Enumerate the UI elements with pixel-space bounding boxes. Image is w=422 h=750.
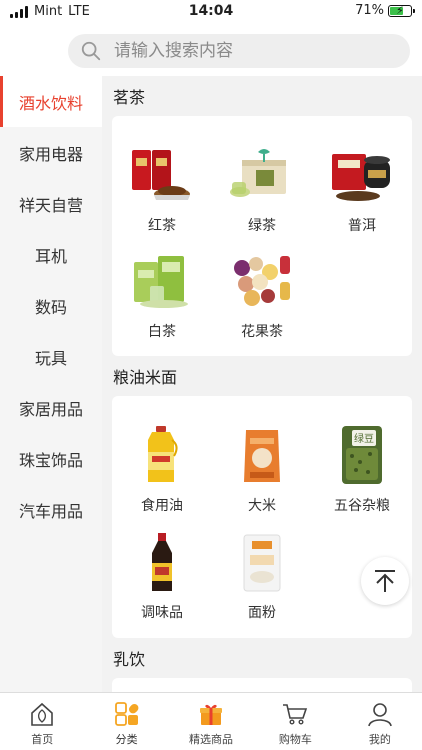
category-tile[interactable]: 白茶 [112, 250, 212, 351]
sidebar-item-toys[interactable]: 玩具 [0, 331, 102, 382]
battery-percent: 71% [355, 3, 384, 18]
puer-icon [326, 144, 398, 206]
green-tea-icon [226, 144, 298, 206]
seasoning-icon [126, 531, 198, 593]
category-tile[interactable]: 面粉 [212, 531, 312, 632]
status-right: 71% ⚡ [355, 3, 415, 18]
search-bar [0, 24, 422, 76]
tab-cart[interactable]: 购物车 [253, 693, 337, 750]
category-icon [114, 702, 139, 726]
cart-icon [283, 704, 308, 725]
tile-label: 红茶 [148, 218, 176, 234]
tile-label: 绿茶 [248, 218, 276, 234]
tab-label: 分类 [115, 733, 138, 746]
sidebar-item-headphones[interactable]: 耳机 [0, 229, 102, 280]
sidebar-item-home[interactable]: 家居用品 [0, 382, 102, 433]
battery-icon: ⚡ [388, 4, 415, 17]
back-to-top-button[interactable] [361, 557, 409, 605]
category-sidebar: 酒水饮料 家用电器 祥天自营 耳机 数码 玩具 家居用品 珠宝饰品 汽车用品 [0, 76, 102, 692]
rice-icon [226, 424, 298, 486]
category-tile[interactable]: 调味品 [112, 531, 212, 632]
section-title: 粮油米面 [113, 368, 178, 387]
tab-label: 我的 [368, 733, 391, 746]
bottom-tab-bar: 首页 分类 精选商品 购物车 我的 [0, 692, 422, 750]
section-card [112, 678, 412, 692]
cooking-oil-icon [126, 424, 198, 486]
grains-icon: 绿豆 [326, 424, 398, 486]
section-title: 乳饮 [113, 650, 146, 669]
section-card: 食用油 大米 绿豆 五谷杂粮 调味品 面粉 [112, 396, 412, 638]
category-tile[interactable]: 绿豆 五谷杂粮 [312, 424, 412, 525]
tab-profile[interactable]: 我的 [338, 693, 422, 750]
section-card: 红茶 绿茶 普洱 白茶 花果茶 [112, 116, 412, 356]
tab-label: 精选商品 [189, 733, 234, 746]
tile-label: 大米 [248, 498, 276, 514]
sidebar-item-jewelry[interactable]: 珠宝饰品 [0, 433, 102, 484]
tab-label: 首页 [31, 733, 54, 746]
category-tile[interactable]: 普洱 [312, 144, 412, 245]
category-tile[interactable]: 红茶 [112, 144, 212, 245]
profile-icon [368, 703, 392, 727]
section-title: 茗茶 [113, 88, 146, 107]
grains-bag-text: 绿豆 [354, 432, 374, 445]
red-tea-icon [126, 144, 198, 206]
arrow-up-icon [375, 570, 395, 592]
search-input[interactable] [114, 41, 374, 61]
tile-label: 普洱 [348, 218, 376, 234]
tile-label: 花果茶 [241, 324, 283, 340]
category-tile[interactable]: 食用油 [112, 424, 212, 525]
category-tile[interactable]: 大米 [212, 424, 312, 525]
tab-home[interactable]: 首页 [0, 693, 84, 750]
sidebar-item-self-operated[interactable]: 祥天自营 [0, 178, 102, 229]
tile-label: 调味品 [141, 605, 183, 621]
tile-label: 食用油 [141, 498, 183, 514]
flour-icon [226, 531, 298, 593]
category-tile[interactable]: 绿茶 [212, 144, 312, 245]
search-icon [81, 41, 101, 61]
gift-icon [200, 704, 223, 725]
tab-featured[interactable]: 精选商品 [169, 693, 253, 750]
sidebar-item-digital[interactable]: 数码 [0, 280, 102, 331]
tab-category[interactable]: 分类 [84, 693, 168, 750]
search-box[interactable] [68, 34, 410, 68]
home-icon [31, 702, 54, 726]
tile-label: 五谷杂粮 [334, 498, 390, 514]
tile-label: 面粉 [248, 605, 276, 621]
tab-label: 购物车 [278, 733, 312, 746]
white-tea-icon [126, 250, 198, 312]
tile-label: 白茶 [148, 324, 176, 340]
category-tile[interactable]: 花果茶 [212, 250, 312, 351]
flower-tea-icon [226, 250, 298, 312]
sidebar-item-auto[interactable]: 汽车用品 [0, 484, 102, 535]
sidebar-item-appliances[interactable]: 家用电器 [0, 127, 102, 178]
status-bar: Mint LTE 14:04 71% ⚡ [0, 0, 422, 24]
sidebar-item-drinks[interactable]: 酒水饮料 [0, 76, 102, 127]
